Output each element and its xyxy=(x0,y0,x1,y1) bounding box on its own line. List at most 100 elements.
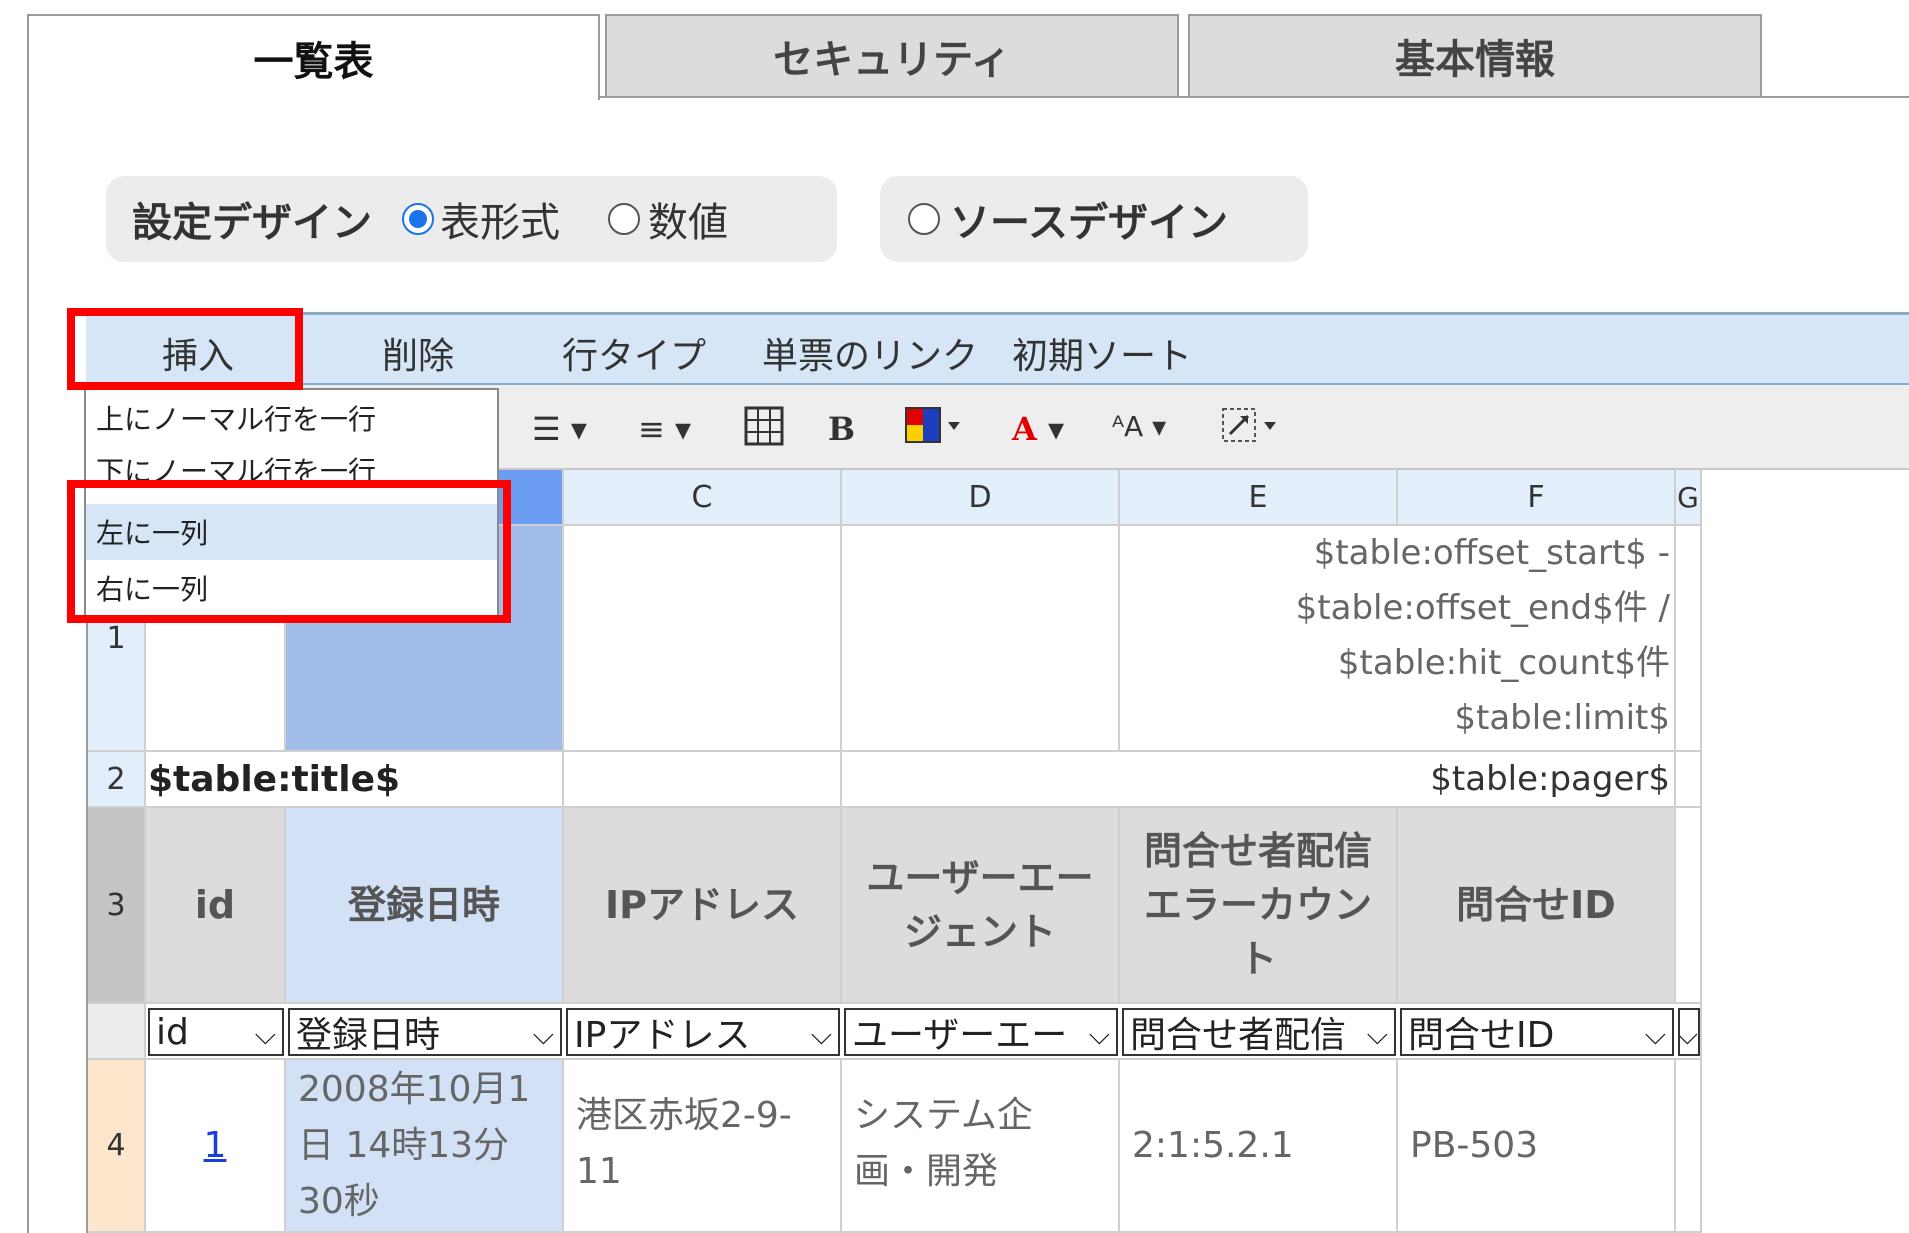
cell-g3[interactable] xyxy=(1676,808,1702,1004)
header-line: ジェント xyxy=(903,910,1056,954)
numeric-label[interactable]: 数値 xyxy=(648,190,728,248)
select-value: 問合せID xyxy=(1408,1015,1555,1056)
cell-e1-paging-info[interactable]: $table:offset_start$ - $table:offset_end… xyxy=(1120,526,1676,752)
select-value: 登録日時 xyxy=(296,1015,441,1056)
cell-d2-pager[interactable]: $table:pager$ xyxy=(842,752,1676,808)
select-value: ユーザーエー xyxy=(852,1015,1068,1056)
dropdown-arrow: ▾ xyxy=(1152,410,1167,443)
user-agent-line: システム企 xyxy=(854,1095,1033,1136)
radio-source-design[interactable] xyxy=(908,203,940,235)
field-select-g[interactable]: ⌵ xyxy=(1678,1008,1700,1056)
cell-g2[interactable] xyxy=(1676,752,1702,808)
menu-row-type[interactable]: 行タイプ xyxy=(562,327,706,379)
align-vertical-icon[interactable]: ☰ ▾ xyxy=(532,410,587,448)
cell-d4-user-agent[interactable]: システム企 画・開発 xyxy=(842,1060,1120,1233)
column-header-e[interactable]: E xyxy=(1120,470,1398,526)
column-header-g[interactable]: G xyxy=(1676,470,1702,526)
hit-count-text: $table:hit_count$件 xyxy=(1337,643,1670,683)
cell-e4-error-count[interactable]: 2:1:5.2.1 xyxy=(1120,1060,1398,1233)
cell-c4-address[interactable]: 港区赤坂2-9- 11 xyxy=(564,1060,842,1233)
offset-end-text: $table:offset_end$件 / xyxy=(1295,588,1670,628)
cell-a2-title[interactable]: $table:title$ xyxy=(146,752,564,808)
radio-numeric[interactable] xyxy=(608,203,640,235)
address-line: 港区赤坂2-9- xyxy=(576,1095,792,1136)
row-header-3[interactable]: 3 xyxy=(88,808,146,1004)
offset-start-text: $table:offset_start$ - xyxy=(1313,533,1670,573)
cell-d1[interactable] xyxy=(842,526,1120,752)
menu-delete[interactable]: 削除 xyxy=(382,327,454,379)
row-header-4[interactable]: 4 xyxy=(88,1060,146,1233)
cell-b4-date[interactable]: 2008年10月1 日 14時13分 30秒 xyxy=(286,1060,564,1233)
header-line: 問合せ者配信 xyxy=(1143,829,1372,873)
column-header-d[interactable]: D xyxy=(842,470,1120,526)
limit-text: $table:limit$ xyxy=(1454,698,1670,738)
select-value: 問合せ者配信 xyxy=(1130,1015,1347,1056)
menu-bar: 挿入 削除 行タイプ 単票のリンク 初期ソート xyxy=(86,312,1909,385)
border-grid-icon[interactable] xyxy=(744,406,784,454)
menu-form-link[interactable]: 単票のリンク xyxy=(762,327,978,379)
chevron-down-icon: ⌵ xyxy=(810,1018,832,1051)
select-value: IPアドレス xyxy=(574,1015,751,1056)
chevron-down-icon: ⌵ xyxy=(1678,1018,1698,1051)
field-select-id[interactable]: id ⌵ xyxy=(148,1008,284,1056)
panel-border xyxy=(27,96,29,1233)
cell-c1[interactable] xyxy=(564,526,842,752)
cell-f4-inquiry-id[interactable]: PB-503 xyxy=(1398,1060,1676,1233)
address-line: 11 xyxy=(576,1151,622,1192)
tab-basic-info[interactable]: 基本情報 xyxy=(1188,14,1762,98)
fill-color-icon[interactable] xyxy=(904,406,964,454)
source-design-group: ソースデザイン xyxy=(880,176,1308,262)
cell-a4-id: 1 xyxy=(146,1060,286,1233)
tab-divider xyxy=(598,96,1909,98)
header-error-count[interactable]: 問合せ者配信 エラーカウン ト xyxy=(1120,808,1398,1004)
header-ip-address[interactable]: IPアドレス xyxy=(564,808,842,1004)
chevron-down-icon: ⌵ xyxy=(1644,1018,1666,1051)
header-inquiry-id[interactable]: 問合せID xyxy=(1398,808,1676,1004)
tab-label: 基本情報 xyxy=(1395,37,1555,83)
menu-item-insert-row-above[interactable]: 上にノーマル行を一行 xyxy=(86,390,497,446)
date-line: 30秒 xyxy=(298,1181,380,1222)
field-select-registered-at[interactable]: 登録日時 ⌵ xyxy=(288,1008,562,1056)
dropdown-arrow: ▾ xyxy=(674,410,692,448)
row-header-2[interactable]: 2 xyxy=(88,752,146,808)
chevron-down-icon: ⌵ xyxy=(1366,1018,1388,1051)
menu-initial-sort[interactable]: 初期ソート xyxy=(1012,327,1192,379)
field-select-inquiry-id[interactable]: 問合せID ⌵ xyxy=(1400,1008,1674,1056)
tab-security[interactable]: セキュリティ xyxy=(605,14,1179,98)
user-agent-line: 画・開発 xyxy=(854,1151,999,1192)
field-select-user-agent[interactable]: ユーザーエー ⌵ xyxy=(844,1008,1118,1056)
header-line: エラーカウン xyxy=(1143,883,1372,927)
font-size-icon[interactable]: ᴬA ▾ xyxy=(1112,410,1166,443)
tab-bar: 一覧表 セキュリティ 基本情報 xyxy=(27,14,1909,100)
radio-table-format[interactable] xyxy=(402,203,434,235)
resize-icon[interactable] xyxy=(1220,406,1280,454)
tab-label: 一覧表 xyxy=(253,39,374,85)
field-select-ip-address[interactable]: IPアドレス ⌵ xyxy=(566,1008,840,1056)
source-design-label[interactable]: ソースデザイン xyxy=(950,190,1228,248)
cell-g4[interactable] xyxy=(1676,1060,1702,1233)
cell-g1[interactable] xyxy=(1676,526,1702,752)
dropdown-arrow: ▾ xyxy=(570,410,587,448)
highlight-box-insert xyxy=(67,308,303,390)
table-format-label[interactable]: 表形式 xyxy=(440,190,560,248)
font-color-letter: A xyxy=(1012,410,1037,448)
column-header-c[interactable]: C xyxy=(564,470,842,526)
header-user-agent[interactable]: ユーザーエー ジェント xyxy=(842,808,1120,1004)
tab-list[interactable]: 一覧表 xyxy=(27,14,600,100)
highlight-box-column-options xyxy=(67,480,511,623)
dropdown-arrow: ▾ xyxy=(1047,410,1065,448)
header-registered-at[interactable]: 登録日時 xyxy=(286,808,564,1004)
field-select-error-count[interactable]: 問合せ者配信 ⌵ xyxy=(1122,1008,1396,1056)
bold-icon[interactable]: B xyxy=(828,410,855,448)
header-id[interactable]: id xyxy=(146,808,286,1004)
setting-design-group: 設定デザイン 表形式 数値 xyxy=(106,176,837,262)
date-line: 日 14時13分 xyxy=(298,1125,510,1166)
chevron-down-icon: ⌵ xyxy=(254,1018,276,1051)
header-line: ユーザーエー xyxy=(866,856,1094,900)
column-header-f[interactable]: F xyxy=(1398,470,1676,526)
cell-c2[interactable] xyxy=(564,752,842,808)
record-link-1[interactable]: 1 xyxy=(204,1125,227,1166)
font-color-icon[interactable]: A ▾ xyxy=(1012,410,1064,448)
chevron-down-icon: ⌵ xyxy=(532,1018,554,1051)
align-horizontal-icon[interactable]: ≡ ▾ xyxy=(638,410,691,448)
